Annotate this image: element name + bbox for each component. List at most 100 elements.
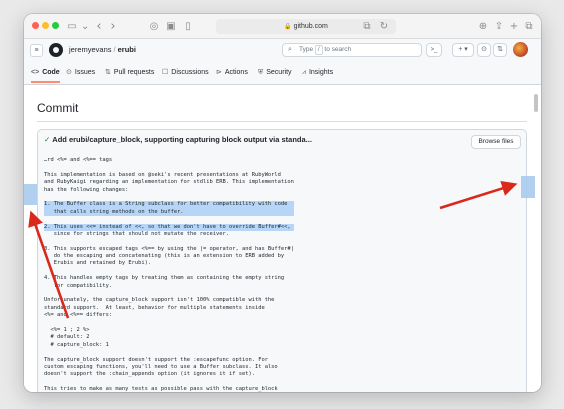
search-input[interactable]: ⌕ Type / to search	[282, 43, 422, 57]
tab-discussions[interactable]: ☐ Discussions	[162, 67, 209, 83]
close-window-button[interactable]	[32, 22, 39, 29]
search-icon: ⌕	[288, 46, 292, 53]
commit-message-line: …rd <%= and <%== tags	[44, 157, 113, 163]
graph-icon: ⩘	[302, 69, 306, 76]
commit-message-line: standard support. At least, behavior for…	[44, 304, 265, 311]
tab-label: Pull requests	[113, 69, 155, 76]
commit-message-line: Unfortunately, the capture_block support…	[44, 297, 275, 304]
translate-icon[interactable]: ⧉	[360, 19, 374, 34]
sidebar-toggle-icon[interactable]: ▭	[65, 19, 79, 34]
discussions-icon: ☐	[162, 69, 169, 76]
tab-security[interactable]: ⛨ Security	[258, 67, 292, 83]
commit-message-line: since for strings that should not mutate…	[44, 230, 229, 237]
divider	[37, 121, 527, 122]
commit-message-line: This implementation is based on @seki's …	[44, 171, 281, 178]
tab-label: Actions	[224, 69, 248, 76]
commit-message-line: 2. This uses <<= instead of <<, so that …	[44, 223, 294, 231]
avatar[interactable]	[513, 42, 528, 57]
commit-message-line: 3. This supports escaped tags <%== by us…	[44, 245, 294, 252]
tab-code[interactable]: <> Code	[31, 67, 60, 83]
hamburger-menu-icon[interactable]: ≡	[30, 44, 43, 57]
lock-icon: 🔒	[284, 24, 292, 30]
commit-message-line: 1. The Buffer class is a String subclass…	[44, 201, 294, 209]
search-shortcut-key: /	[314, 45, 323, 55]
tab-label: Issues	[74, 69, 96, 76]
commit-message-line	[44, 194, 294, 201]
commit-message-line: and RubyKaigi regarding an implementatio…	[44, 179, 294, 186]
create-new-button[interactable]: + ▾	[452, 43, 474, 57]
page-menu-icon[interactable]: ▯	[182, 19, 194, 34]
commit-title: ✓ Add erubi/capture_block, supporting cap…	[44, 135, 312, 144]
zoom-window-button[interactable]	[52, 22, 59, 29]
tab-pull-requests[interactable]: ⇅ Pull requests	[105, 67, 154, 83]
code-icon: <>	[31, 69, 40, 76]
url-text: github.com	[293, 23, 328, 30]
browser-toolbar: ▭ ⌄ ‹ › ◎ ▣ ▯ 🔒 github.com ⧉ ↻ ⊕ ⇪ + ⧉	[24, 14, 541, 39]
search-placeholder-post: to search	[324, 46, 352, 53]
commit-message-line: that calls string methods on the buffer.	[44, 208, 294, 217]
forward-arrow-icon[interactable]: ›	[108, 19, 118, 34]
repo-link[interactable]: erubi	[118, 45, 136, 54]
tab-insights[interactable]: ⩘ Insights	[302, 67, 333, 83]
commit-message-line	[44, 238, 294, 245]
pull-request-icon: ⇅	[105, 69, 111, 76]
tab-label: Insights	[308, 69, 334, 76]
commit-message-line	[44, 164, 294, 171]
scrollbar-thumb[interactable]	[534, 94, 538, 112]
commit-box: ✓ Add erubi/capture_block, supporting cap…	[37, 129, 527, 392]
commit-message-line: for compatibility.	[44, 282, 113, 289]
reload-icon[interactable]: ↻	[379, 19, 389, 34]
tab-label: Code	[42, 69, 60, 76]
page-title: Commit	[37, 101, 79, 115]
commit-message-line: Erubis and retained by Erubi).	[44, 260, 152, 267]
privacy-icon[interactable]: ◎	[148, 19, 160, 34]
commit-message-line: 4. This handles empty tags by treating t…	[44, 275, 285, 282]
tab-overview-icon[interactable]: ⧉	[523, 19, 535, 34]
shield-icon: ⛨	[258, 69, 264, 76]
check-icon: ✓	[44, 135, 51, 144]
commit-message-line: has the following changes:	[44, 186, 129, 193]
commit-message-line: <%= and <%== differs:	[44, 312, 113, 319]
commit-message-line	[44, 349, 294, 356]
breadcrumb-separator: /	[113, 45, 116, 54]
search-placeholder-pre: Type	[299, 46, 314, 53]
repo-tabs: <> Code ⊙ Issues ⇅ Pull requests ☐ Discussio…	[24, 63, 541, 85]
reader-icon[interactable]: ▣	[165, 19, 177, 34]
share-icon[interactable]: ⇪	[493, 19, 505, 34]
pull-requests-icon[interactable]: ⇅	[493, 43, 507, 57]
sidebar-menu-chevron-icon[interactable]: ⌄	[81, 19, 89, 34]
tab-label: Discussions	[171, 69, 209, 76]
issues-tab-icon: ⊙	[66, 69, 72, 76]
browse-files-button[interactable]: Browse files	[471, 135, 521, 149]
minimize-window-button[interactable]	[42, 22, 49, 29]
downloads-icon[interactable]: ⊕	[477, 19, 489, 34]
commit-message-line	[44, 216, 294, 223]
back-arrow-icon[interactable]: ‹	[94, 19, 104, 34]
command-palette-button[interactable]: >_	[426, 43, 442, 57]
new-tab-icon[interactable]: +	[508, 19, 520, 34]
tab-actions[interactable]: ⊳ Actions	[216, 67, 248, 83]
owner-link[interactable]: jeremyevans	[69, 45, 112, 54]
main-content: Commit ✓ Add erubi/capture_block, support…	[24, 85, 541, 392]
commit-message-line: # capture_block: 1	[44, 341, 109, 348]
commit-message-line: do the escaping and concatenating (this …	[44, 253, 285, 260]
github-header: ≡ jeremyevans / erubi ⌕ Type / to search >…	[24, 39, 541, 85]
commit-message-body: …rd <%= and <%== tags This implementatio…	[44, 157, 294, 392]
commit-message-line	[44, 290, 294, 297]
commit-message-line: The capture_block support doesn't suppor…	[44, 356, 268, 363]
github-logo-icon[interactable]	[49, 43, 63, 57]
commit-message-line: # default: 2	[44, 334, 90, 341]
commit-title-text[interactable]: Add erubi/capture_block, supporting capt…	[52, 135, 312, 144]
selection-highlight-right	[521, 176, 535, 198]
browser-window: ▭ ⌄ ‹ › ◎ ▣ ▯ 🔒 github.com ⧉ ↻ ⊕ ⇪ + ⧉ ≡ …	[24, 14, 541, 392]
breadcrumb: jeremyevans / erubi	[69, 45, 136, 54]
tab-label: Security	[266, 69, 292, 76]
commit-message-line	[44, 379, 294, 386]
actions-icon: ⊳	[216, 69, 222, 76]
tab-issues[interactable]: ⊙ Issues	[66, 67, 95, 83]
commit-message-line: custom escaping functions, you'll need t…	[44, 363, 278, 370]
commit-message-line: <%= 1 ; 2 %>	[44, 326, 90, 333]
issues-icon[interactable]: ⊙	[477, 43, 491, 57]
selection-highlight-left	[24, 184, 37, 205]
commit-message-line: doesn't support the :chain_appends optio…	[44, 371, 255, 378]
